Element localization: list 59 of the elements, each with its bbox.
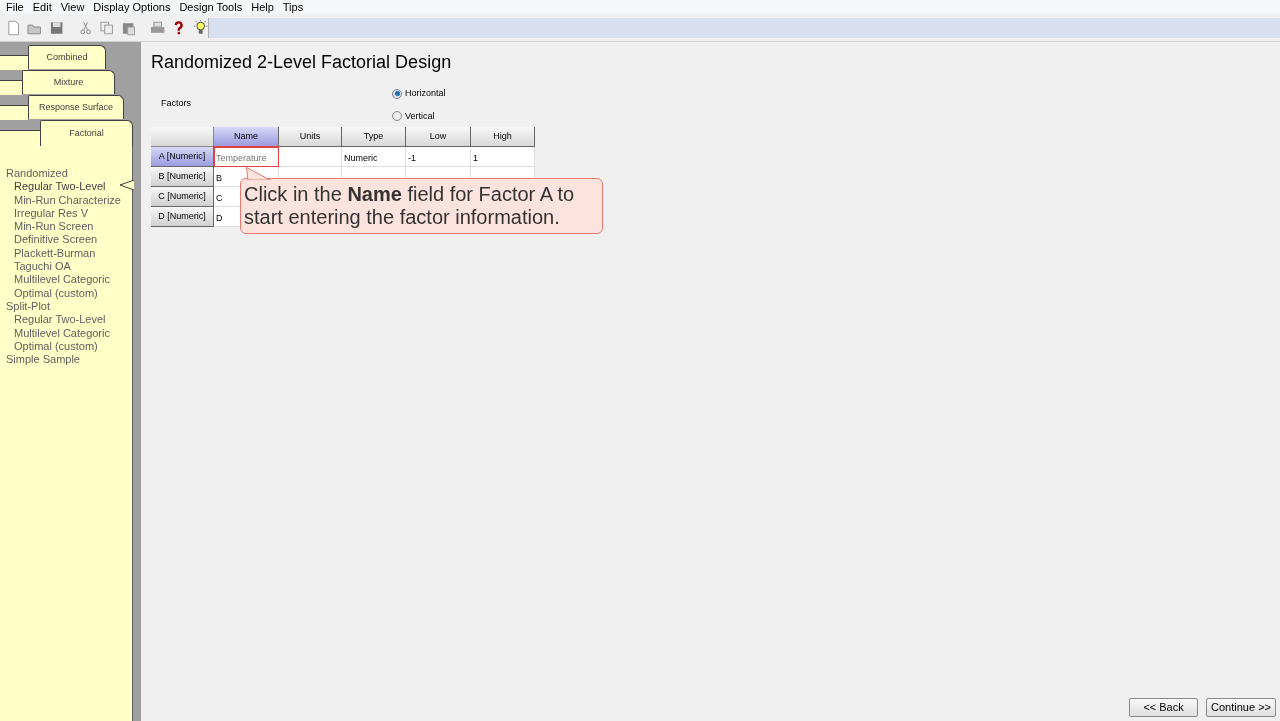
column-header[interactable]: High [471,127,535,147]
tab-background [0,80,22,95]
tree-item[interactable]: Min-Run Characterize [6,193,121,207]
menu-item[interactable]: Display Options [93,0,171,16]
table-cell: -1 [406,147,471,167]
tree-item[interactable]: Optimal (custom) [6,286,121,300]
column-header[interactable]: Name [214,127,279,147]
menu-item[interactable]: Design Tools [179,0,243,16]
row-header[interactable]: A [Numeric] [151,147,214,167]
tree-item[interactable]: Min-Run Screen [6,220,121,234]
pointer-icon [120,180,134,190]
tab[interactable]: Mixture [22,70,115,94]
tree-item[interactable]: Regular Two-Level [6,180,121,194]
tree-item[interactable]: Multilevel Categoric [6,326,121,340]
menu-item[interactable]: File [6,0,24,16]
factors-label: Factors [161,97,191,110]
radio-button[interactable] [392,111,402,122]
tab[interactable]: Factorial [40,120,133,146]
tab[interactable]: Response Surface [28,95,124,119]
row-header[interactable]: B [Numeric] [151,167,214,187]
callout-pointer [246,167,271,180]
tree-item[interactable]: Split-Plot [6,299,121,314]
table-corner [151,127,214,147]
input-field[interactable]: Temperature [214,147,279,167]
nav-button[interactable]: << Back [1129,698,1199,717]
copy-icon[interactable] [99,19,115,36]
table-cell: Numeric [342,147,406,167]
radio-button[interactable] [392,88,402,99]
light-bulb-icon[interactable] [192,19,208,36]
menu-item[interactable]: Tips [282,0,304,16]
tab-background [0,55,28,70]
menu-item[interactable]: Help [251,0,274,16]
tree-item[interactable]: Multilevel Categoric [6,273,121,287]
menu-item[interactable]: Edit [32,0,52,16]
radio-label: Vertical [405,109,435,123]
tree-item[interactable]: Simple Sample [6,353,121,367]
printer-icon[interactable] [149,19,166,36]
document-icon[interactable] [6,19,22,36]
callout-tooltip: Click in the Name field for Factor A to start entering the factor information. [240,178,603,234]
tree-item[interactable]: Randomized [6,167,121,181]
tree-item[interactable]: Plackett-Burman [6,246,121,261]
tree-item[interactable]: Optimal (custom) [6,339,121,354]
column-header[interactable]: Units [279,127,342,147]
tab-background [0,105,28,120]
tab[interactable]: Combined [28,45,106,69]
tree-item[interactable]: Irregular Res V [6,206,121,221]
tree-item[interactable]: Definitive Screen [6,233,121,247]
tree-item[interactable]: Regular Two-Level [6,313,121,327]
row-header[interactable]: C [Numeric] [151,187,214,207]
page-title: Randomized 2-Level Factorial Design [151,51,452,74]
row-header[interactable]: D [Numeric] [151,207,214,227]
scissors-icon[interactable] [78,19,94,36]
menu-item[interactable]: View [60,0,85,16]
table-cell: 1 [471,147,535,167]
nav-button[interactable]: Continue >> [1206,698,1276,717]
radio-label: Horizontal [405,87,446,100]
column-header[interactable]: Low [406,127,471,147]
tree-item[interactable]: Taguchi OA [6,260,121,274]
column-header[interactable]: Type [342,127,406,147]
